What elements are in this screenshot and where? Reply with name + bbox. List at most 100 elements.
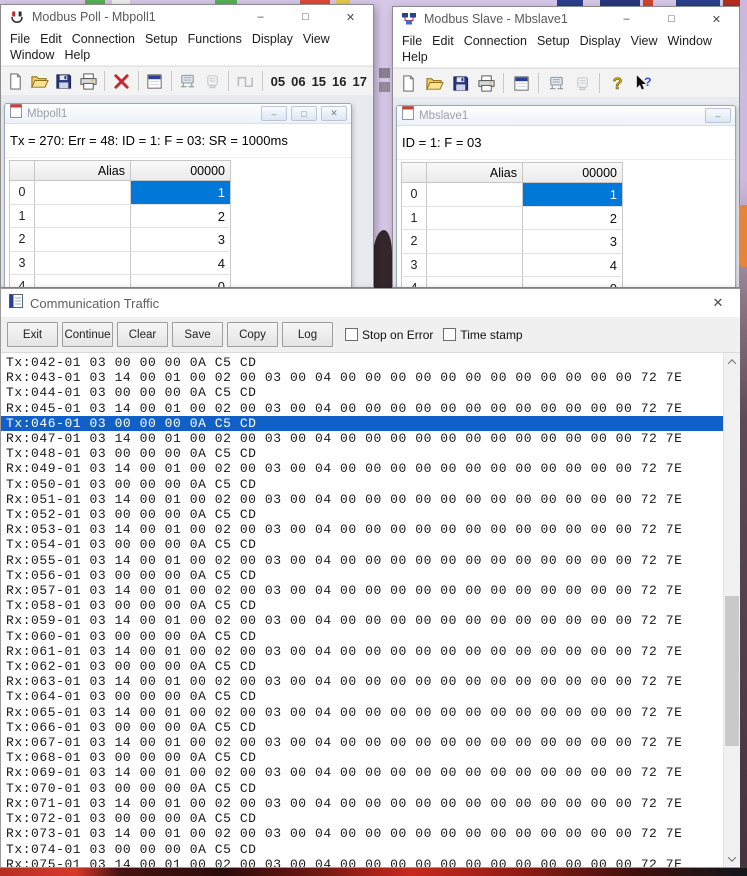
communication-traffic-icon[interactable] [177, 69, 199, 93]
mbslave1-titlebar[interactable]: Mbslave1 – [397, 106, 735, 126]
table-row[interactable]: 4 0 [401, 277, 623, 288]
scroll-down-button[interactable] [724, 850, 740, 867]
print-icon[interactable] [474, 71, 498, 95]
child-minimize-button[interactable]: – [261, 106, 287, 121]
table-row[interactable]: 4 0 [9, 275, 231, 288]
menu-item[interactable]: Edit [427, 33, 459, 49]
poll-definition-icon[interactable] [201, 69, 223, 93]
alias-column-header[interactable]: Alias [35, 160, 131, 181]
alias-cell[interactable] [35, 228, 131, 252]
device-icon[interactable] [570, 71, 594, 95]
log-line[interactable]: Tx:068-01 03 00 00 00 0A C5 CD [1, 750, 723, 765]
log-line[interactable]: Tx:064-01 03 00 00 00 0A C5 CD [1, 689, 723, 704]
function-code-button[interactable]: 15 [309, 74, 329, 89]
log-line[interactable]: Tx:054-01 03 00 00 00 0A C5 CD [1, 537, 723, 552]
value-cell[interactable]: 4 [131, 252, 231, 276]
value-cell[interactable]: 2 [131, 205, 231, 229]
function-code-button[interactable]: 05 [268, 74, 288, 89]
save-icon[interactable] [53, 69, 75, 93]
alias-cell[interactable] [427, 277, 523, 288]
traffic-titlebar[interactable]: Communication Traffic ✕ [1, 289, 740, 317]
open-file-icon[interactable] [28, 69, 50, 93]
alias-cell[interactable] [35, 252, 131, 276]
traffic-action-button[interactable]: Continue [62, 322, 113, 347]
maximize-button[interactable]: □ [283, 5, 328, 29]
scrollbar-thumb[interactable] [725, 596, 739, 746]
maximize-button[interactable]: □ [649, 7, 694, 31]
child-restore-button[interactable]: □ [291, 106, 317, 121]
traffic-checkbox[interactable]: Stop on Error [345, 328, 433, 342]
log-line[interactable]: Rx:071-01 03 14 00 01 00 02 00 03 00 04 … [1, 796, 723, 811]
alias-cell[interactable] [35, 275, 131, 288]
help-icon[interactable]: ? [605, 71, 629, 95]
alias-column-header[interactable]: Alias [427, 162, 523, 183]
table-row[interactable]: 0 1 [9, 181, 231, 205]
communication-traffic-icon[interactable] [544, 71, 568, 95]
child-close-button[interactable]: ✕ [321, 106, 347, 121]
log-line[interactable]: Tx:044-01 03 00 00 00 0A C5 CD [1, 385, 723, 400]
function-code-button[interactable]: 17 [350, 74, 370, 89]
alias-cell[interactable] [427, 183, 523, 207]
vertical-scrollbar[interactable] [723, 353, 740, 867]
log-line[interactable]: Tx:074-01 03 00 00 00 0A C5 CD [1, 842, 723, 857]
log-line[interactable]: Rx:075-01 03 14 00 01 00 02 00 03 00 04 … [1, 857, 723, 867]
child-minimize-button[interactable]: – [705, 108, 731, 123]
open-file-icon[interactable] [422, 71, 446, 95]
traffic-checkbox[interactable]: Time stamp [443, 328, 522, 342]
close-button[interactable]: ✕ [694, 7, 739, 31]
menu-item[interactable]: View [298, 31, 335, 47]
log-line[interactable]: Tx:048-01 03 00 00 00 0A C5 CD [1, 446, 723, 461]
table-row[interactable]: 0 1 [401, 183, 623, 207]
traffic-action-button[interactable]: Log [282, 322, 333, 347]
menu-item[interactable]: File [5, 31, 35, 47]
log-line[interactable]: Rx:061-01 03 14 00 01 00 02 00 03 00 04 … [1, 644, 723, 659]
log-line[interactable]: Rx:049-01 03 14 00 01 00 02 00 03 00 04 … [1, 461, 723, 476]
value-cell[interactable]: 4 [523, 254, 623, 278]
log-line[interactable]: Rx:053-01 03 14 00 01 00 02 00 03 00 04 … [1, 522, 723, 537]
log-line[interactable]: Tx:050-01 03 00 00 00 0A C5 CD [1, 477, 723, 492]
value-column-header[interactable]: 00000 [131, 160, 231, 181]
menu-item[interactable]: Connection [67, 31, 140, 47]
table-row[interactable]: 3 4 [401, 254, 623, 278]
new-file-icon[interactable] [396, 71, 420, 95]
log-line[interactable]: Rx:055-01 03 14 00 01 00 02 00 03 00 04 … [1, 553, 723, 568]
log-line[interactable]: Rx:045-01 03 14 00 01 00 02 00 03 00 04 … [1, 401, 723, 416]
setup-window-icon[interactable] [144, 69, 166, 93]
alias-cell[interactable] [35, 181, 131, 205]
function-code-button[interactable]: 16 [329, 74, 349, 89]
checkbox-box[interactable] [443, 328, 456, 341]
disconnect-icon[interactable] [110, 69, 132, 93]
traffic-action-button[interactable]: Copy [227, 322, 278, 347]
menu-item[interactable]: Setup [140, 31, 183, 47]
menu-item[interactable]: Display [575, 33, 626, 49]
log-line[interactable]: Rx:047-01 03 14 00 01 00 02 00 03 00 04 … [1, 431, 723, 446]
log-line[interactable]: Rx:073-01 03 14 00 01 00 02 00 03 00 04 … [1, 826, 723, 841]
menu-item[interactable]: Functions [183, 31, 247, 47]
traffic-action-button[interactable]: Clear [117, 322, 168, 347]
value-cell[interactable]: 1 [131, 181, 231, 205]
close-button[interactable]: ✕ [328, 5, 373, 29]
log-line[interactable]: Tx:062-01 03 00 00 00 0A C5 CD [1, 659, 723, 674]
menu-item[interactable]: File [397, 33, 427, 49]
log-line[interactable]: Tx:052-01 03 00 00 00 0A C5 CD [1, 507, 723, 522]
menu-item[interactable]: View [626, 33, 663, 49]
menu-item[interactable]: Setup [532, 33, 575, 49]
log-line[interactable]: Rx:057-01 03 14 00 01 00 02 00 03 00 04 … [1, 583, 723, 598]
mbpoll1-titlebar[interactable]: Mbpoll1 – □ ✕ [5, 104, 351, 124]
context-help-icon[interactable]: ? [631, 71, 655, 95]
menu-item[interactable]: Window [663, 33, 717, 49]
alias-cell[interactable] [35, 205, 131, 229]
value-cell[interactable]: 1 [523, 183, 623, 207]
value-cell[interactable]: 3 [523, 230, 623, 254]
alias-cell[interactable] [427, 207, 523, 231]
scroll-up-button[interactable] [724, 353, 740, 370]
log-line[interactable]: Rx:067-01 03 14 00 01 00 02 00 03 00 04 … [1, 735, 723, 750]
log-line[interactable]: Tx:060-01 03 00 00 00 0A C5 CD [1, 629, 723, 644]
alias-cell[interactable] [427, 230, 523, 254]
modbus-poll-titlebar[interactable]: Modbus Poll - Mbpoll1 – □ ✕ [1, 5, 373, 29]
modbus-slave-titlebar[interactable]: Modbus Slave - Mbslave1 – □ ✕ [393, 7, 739, 31]
log-line[interactable]: Tx:056-01 03 00 00 00 0A C5 CD [1, 568, 723, 583]
log-line[interactable]: Tx:070-01 03 00 00 00 0A C5 CD [1, 781, 723, 796]
table-row[interactable]: 2 3 [401, 230, 623, 254]
value-column-header[interactable]: 00000 [523, 162, 623, 183]
